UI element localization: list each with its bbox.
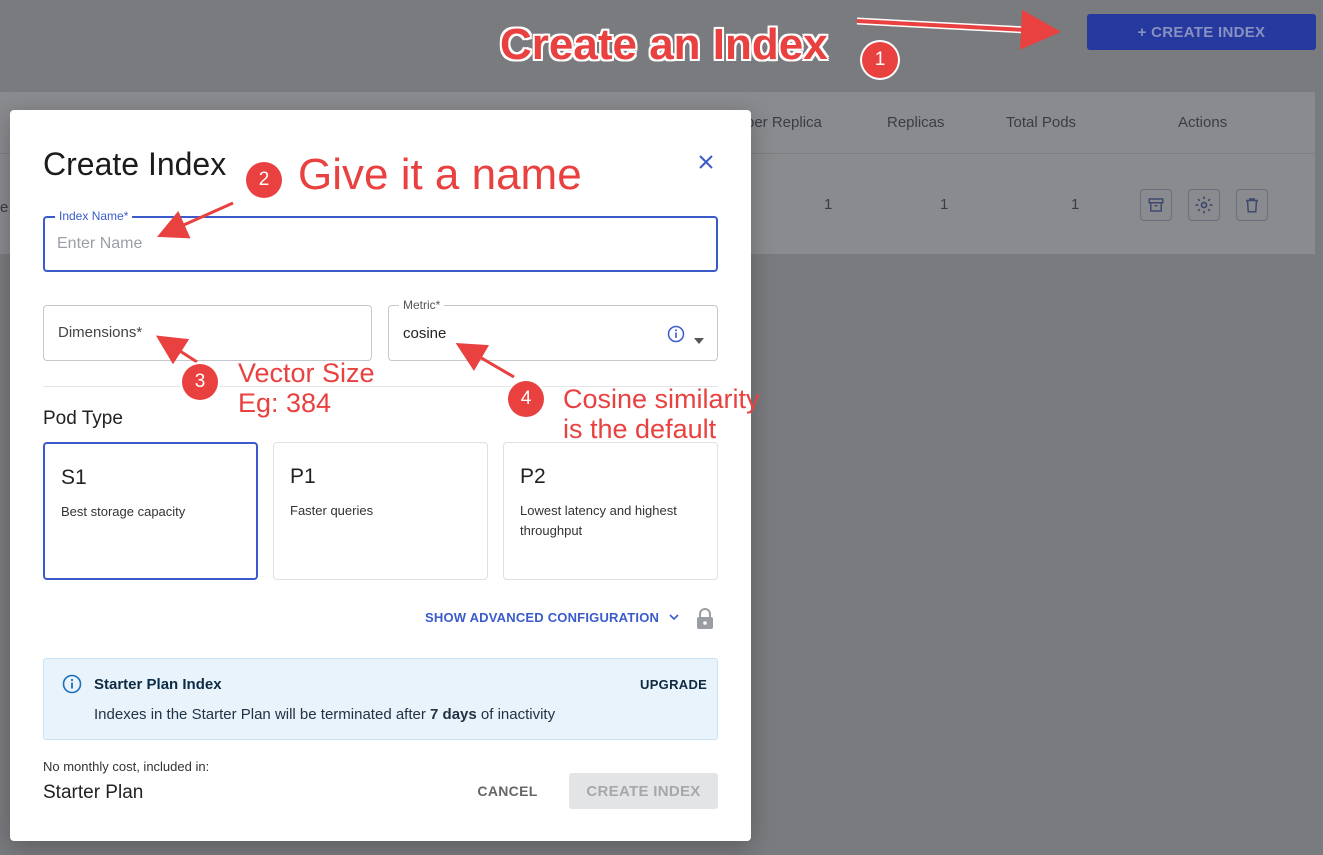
annotation-badge-1: 1 (862, 42, 898, 78)
dimensions-field[interactable]: Dimensions* (43, 305, 372, 361)
pod-card-p2[interactable]: P2 Lowest latency and highest throughput (503, 442, 718, 580)
lock-icon (696, 608, 714, 635)
annotation-give-name-text: Give it a name (298, 150, 582, 199)
modal-title: Create Index (43, 146, 227, 182)
gear-icon[interactable] (1188, 189, 1220, 221)
cancel-button[interactable]: CANCEL (465, 774, 550, 808)
metric-value: cosine (403, 325, 447, 342)
col-header-replicas: Replicas (887, 114, 945, 131)
metric-label: Metric* (399, 298, 445, 312)
row-total-pods: 1 (1071, 196, 1080, 213)
create-index-button[interactable]: CREATE INDEX (569, 773, 718, 809)
pod-name: P1 (290, 465, 316, 488)
show-advanced-config-button[interactable]: SHOW ADVANCED CONFIGURATION (425, 610, 679, 625)
annotation-badge-4: 4 (508, 381, 544, 417)
pod-card-s1[interactable]: S1 Best storage capacity (43, 442, 258, 580)
annotation-create-index-text: Create an Index (500, 20, 828, 69)
trash-icon[interactable] (1236, 189, 1268, 221)
notice-text: Indexes in the Starter Plan will be term… (94, 706, 556, 723)
col-header-per-replica: per Replica (746, 114, 822, 131)
info-icon[interactable] (667, 325, 685, 348)
metric-select[interactable]: Metric* cosine (388, 298, 718, 361)
cost-label: No monthly cost, included in: (43, 759, 210, 774)
info-icon (62, 674, 82, 699)
dimensions-label: Dimensions* (58, 324, 143, 341)
pod-name: S1 (61, 466, 87, 489)
plan-name: Starter Plan (43, 782, 144, 803)
index-name-field[interactable]: Index Name* (43, 209, 718, 272)
pod-description: Faster queries (290, 503, 374, 518)
chevron-down-icon[interactable] (694, 331, 704, 349)
chevron-down-icon (669, 614, 679, 621)
col-header-total-pods: Total Pods (1006, 114, 1077, 131)
col-header-actions: Actions (1178, 114, 1228, 131)
row-per-replica: 1 (824, 196, 833, 213)
annotation-badge-2: 2 (246, 162, 282, 198)
advanced-config-label: SHOW ADVANCED CONFIGURATION (425, 610, 660, 625)
close-icon[interactable] (694, 150, 718, 174)
annotation-vector-size-text: Vector Size Eg: 384 (238, 358, 375, 418)
create-index-modal: Create Index Index Name* Dimensions* Met… (10, 110, 751, 841)
starter-plan-notice: Starter Plan Index UPGRADE Indexes in th… (43, 658, 718, 740)
upgrade-button[interactable]: UPGRADE (640, 677, 707, 692)
row-replicas: 1 (940, 196, 949, 213)
pod-name: P2 (520, 465, 546, 488)
archive-icon[interactable] (1140, 189, 1172, 221)
pod-type-label: Pod Type (43, 408, 123, 429)
index-name-input[interactable] (57, 218, 704, 270)
annotation-cosine-text: Cosine similarity is the default (563, 384, 760, 444)
annotation-badge-3: 3 (182, 364, 218, 400)
top-create-index-button[interactable]: + CREATE INDEX (1087, 14, 1316, 50)
pod-description: Lowest latency and highest throughput (520, 503, 677, 538)
pod-card-p1[interactable]: P1 Faster queries (273, 442, 488, 580)
notice-title: Starter Plan Index (94, 676, 222, 693)
pod-description: Best storage capacity (61, 504, 186, 519)
